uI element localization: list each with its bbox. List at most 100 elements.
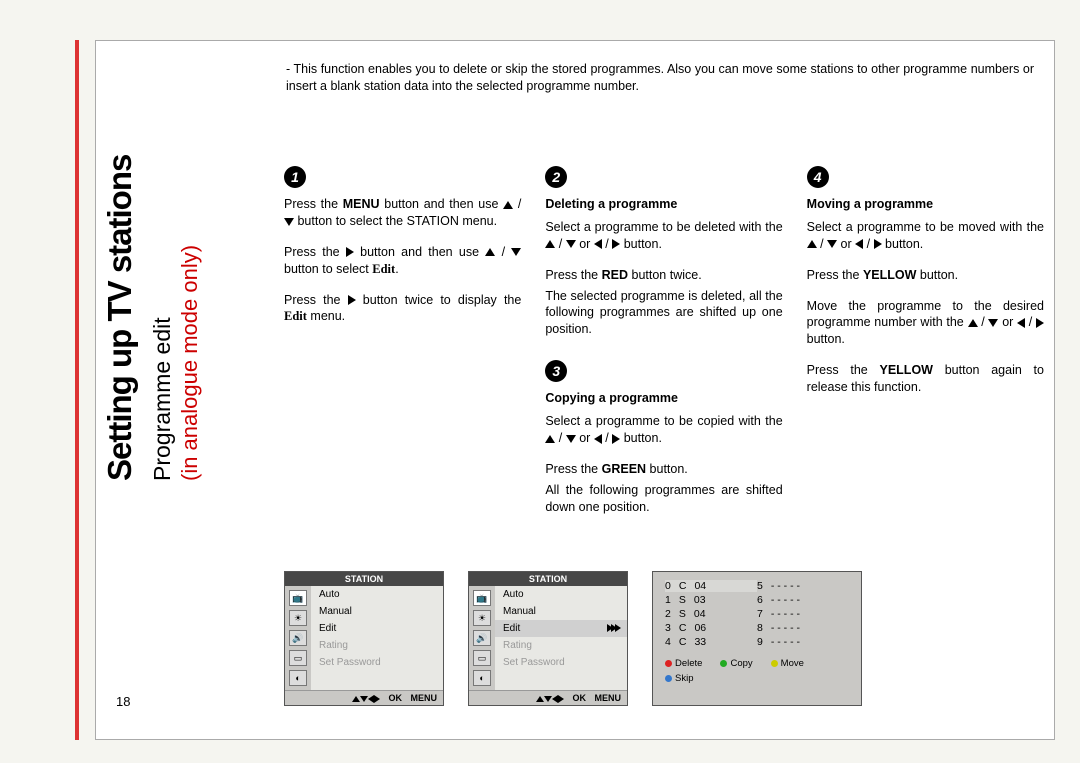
t: / xyxy=(495,245,511,259)
colour-legend: Delete Copy Move Skip xyxy=(665,658,849,684)
prog-row: 5- - - - - xyxy=(757,580,849,592)
intro-dash: - xyxy=(286,62,294,76)
step-2-3-col: 2 Deleting a programme Select a programm… xyxy=(545,166,782,529)
t: / xyxy=(817,237,827,251)
intro-body: This function enables you to delete or s… xyxy=(286,62,1034,93)
down-arrow-icon xyxy=(284,218,294,226)
step-2-heading: Deleting a programme xyxy=(545,196,782,213)
osd-item-rating: Rating xyxy=(495,637,627,654)
step-4-badge: 4 xyxy=(807,166,829,188)
t: / xyxy=(555,237,565,251)
time-icon: ◐ xyxy=(473,670,491,686)
picture-icon: ☀ xyxy=(473,610,491,626)
prog-row: 0 C 04 xyxy=(665,580,757,592)
osd-item-manual: Manual xyxy=(495,603,627,620)
t: button and then use xyxy=(380,197,504,211)
t: or xyxy=(998,315,1017,329)
t: button. xyxy=(807,332,845,346)
t: button. xyxy=(916,268,958,282)
osd-item-edit: Edit xyxy=(495,620,627,637)
side-note: (in analogue mode only) xyxy=(177,51,203,481)
green-dot-icon xyxy=(720,660,727,667)
right-arrow-icon xyxy=(874,239,882,249)
t: button. xyxy=(620,237,662,251)
red-dot-icon xyxy=(665,660,672,667)
t: / xyxy=(863,237,873,251)
up-arrow-icon xyxy=(503,201,513,209)
ok-label: OK xyxy=(572,693,586,703)
green-label: GREEN xyxy=(602,462,646,476)
step-1-badge: 1 xyxy=(284,166,306,188)
up-arrow-icon xyxy=(545,240,555,248)
right-arrow-icon xyxy=(348,295,356,305)
t: . xyxy=(395,262,398,276)
blue-dot-icon xyxy=(665,675,672,682)
t: / xyxy=(978,315,989,329)
step-3-heading: Copying a programme xyxy=(545,390,782,407)
left-arrow-icon xyxy=(594,434,602,444)
t: button twice to display the xyxy=(356,293,522,307)
t: button. xyxy=(646,462,688,476)
osd-item-setpw: Set Password xyxy=(495,654,627,671)
osd-item-manual: Manual xyxy=(311,603,443,620)
picture-icon: ☀ xyxy=(289,610,307,626)
step-3-badge: 3 xyxy=(545,360,567,382)
edit-label: Edit xyxy=(372,262,395,276)
t: Press the xyxy=(284,245,346,259)
t: or xyxy=(576,431,594,445)
down-arrow-icon xyxy=(544,696,552,702)
legend-skip: Skip xyxy=(675,673,693,684)
t: button. xyxy=(882,237,924,251)
osd-items: Auto Manual Edit Rating Set Password xyxy=(311,586,443,690)
manual-page: Setting up TV stations Programme edit (i… xyxy=(95,40,1055,740)
t: / xyxy=(1025,315,1036,329)
down-arrow-icon xyxy=(988,319,998,327)
t: or xyxy=(837,237,855,251)
legend-move: Move xyxy=(781,658,804,669)
t: button. xyxy=(620,431,662,445)
triple-right-arrow-icon xyxy=(607,621,619,636)
side-subtitle: Programme edit xyxy=(149,51,176,481)
down-arrow-icon xyxy=(360,696,368,702)
up-arrow-icon xyxy=(352,696,360,702)
t: button to select the STATION menu. xyxy=(294,214,497,228)
screen-icon: ▭ xyxy=(473,650,491,666)
t: Press the xyxy=(545,268,601,282)
prog-col-left: 0 C 04 1 S 03 2 S 04 3 xyxy=(665,580,757,648)
sound-icon: 🔊 xyxy=(473,630,491,646)
step-3-body: All the following programmes are shifted… xyxy=(545,482,782,516)
yellow-dot-icon xyxy=(771,660,778,667)
osd-item-setpw: Set Password xyxy=(311,654,443,671)
t: Press the xyxy=(807,363,880,377)
ok-label: OK xyxy=(388,693,402,703)
tv-icon: 📺 xyxy=(473,590,491,606)
prog-row: 6- - - - - xyxy=(757,594,849,606)
osd-item-edit: Edit xyxy=(311,620,443,637)
prog-row: 1 S 03 xyxy=(665,594,757,606)
down-arrow-icon xyxy=(566,435,576,443)
t: menu. xyxy=(307,309,345,323)
left-arrow-icon xyxy=(594,239,602,249)
osd-item-rating: Rating xyxy=(311,637,443,654)
yellow-label: YELLOW xyxy=(880,363,933,377)
right-arrow-icon xyxy=(374,695,380,703)
t: or xyxy=(576,237,594,251)
sidebar: Setting up TV stations Programme edit (i… xyxy=(101,51,261,481)
t: button to select xyxy=(284,262,372,276)
up-arrow-icon xyxy=(807,240,817,248)
prog-col-right: 5- - - - - 6- - - - - 7- - - - - 8- - - … xyxy=(757,580,849,648)
prog-row: 3 C 06 xyxy=(665,622,757,634)
t: button twice. xyxy=(628,268,702,282)
prog-row: 2 S 04 xyxy=(665,608,757,620)
left-arrow-icon xyxy=(855,239,863,249)
t: / xyxy=(513,197,521,211)
t: Select a programme to be copied with the xyxy=(545,414,782,428)
edit-label: Edit xyxy=(284,309,307,323)
t: button and then use xyxy=(354,245,485,259)
right-arrow-icon xyxy=(346,247,354,257)
prog-row: 9- - - - - xyxy=(757,636,849,648)
down-arrow-icon xyxy=(827,240,837,248)
osd-footer: OK MENU xyxy=(285,690,443,705)
osd-menu-1: STATION 📺 ☀ 🔊 ▭ ◐ Auto Manual Edit Ratin… xyxy=(284,571,444,706)
left-arrow-icon xyxy=(1017,318,1025,328)
